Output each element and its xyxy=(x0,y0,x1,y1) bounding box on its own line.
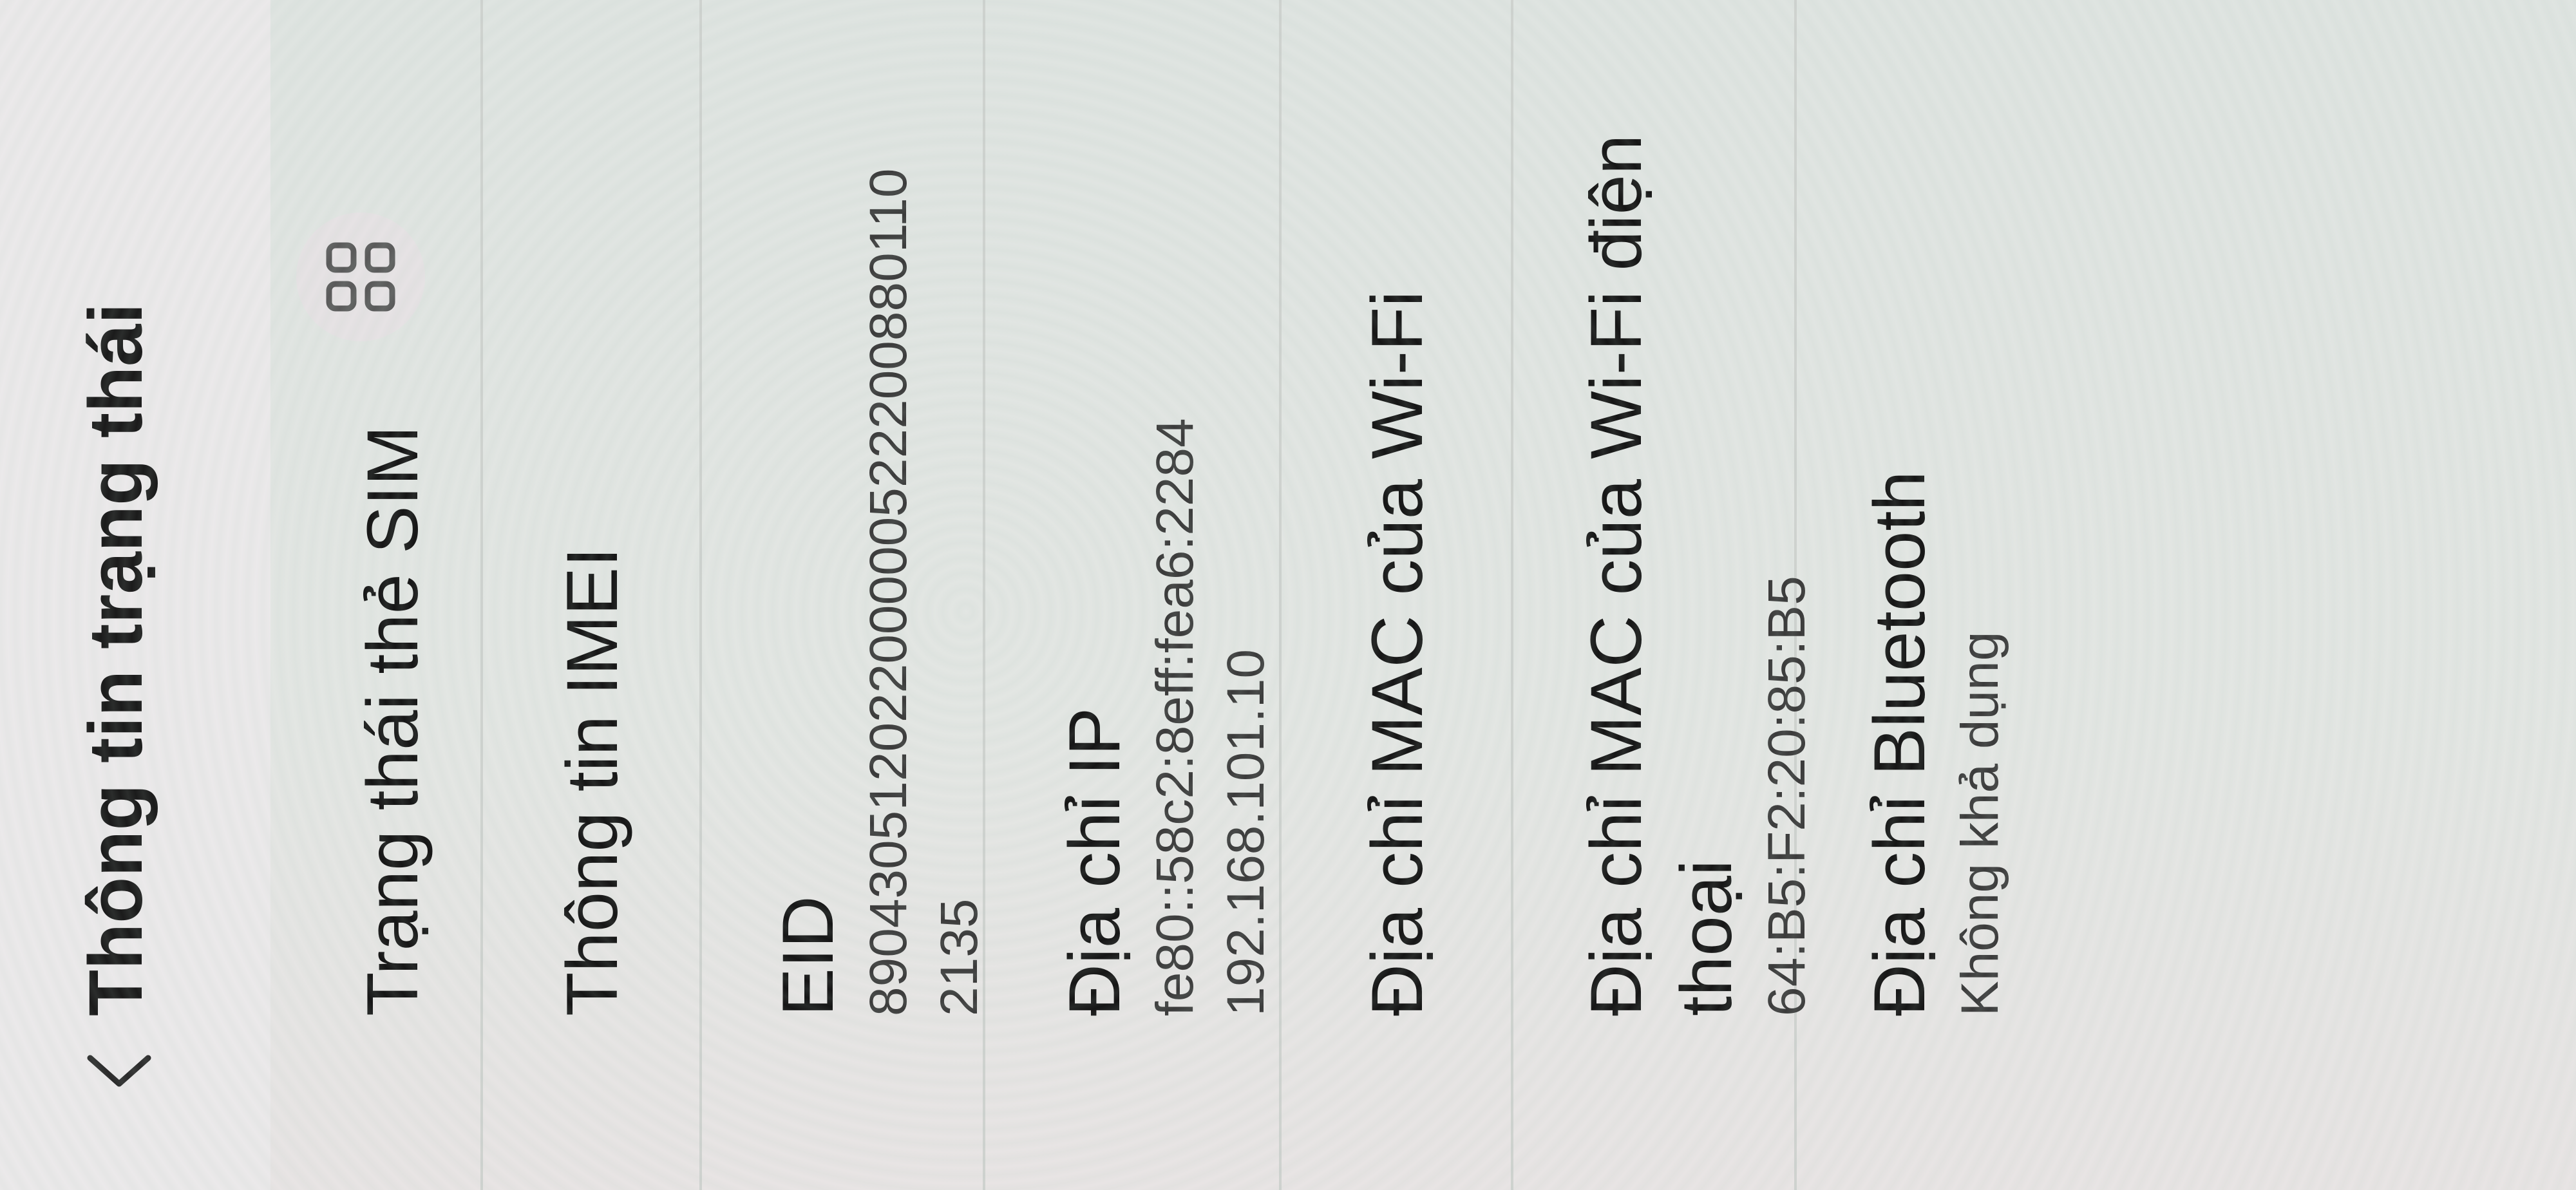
chevron-left-icon xyxy=(87,1055,151,1087)
list-item-title: Địa chỉ Bluetooth xyxy=(1859,471,1940,1016)
list-item-title: Địa chỉ IP xyxy=(1054,707,1135,1016)
app-bar: Thông tin trạng thái xyxy=(0,0,270,1190)
status-list: Trạng thái thẻ SIM Thông tin IMEI EID 89… xyxy=(270,0,2009,1190)
qr-code-button[interactable] xyxy=(296,212,425,341)
list-item-wifi-mac: Địa chỉ MAC của Wi-Fi xyxy=(1282,0,1513,1190)
list-item-title: EID xyxy=(768,896,848,1016)
list-item-bluetooth-address: Địa chỉ Bluetooth Không khả dụng xyxy=(1797,0,2009,1190)
list-item-title-line: thoại xyxy=(1666,860,1747,1016)
page-title: Thông tin trạng thái xyxy=(73,303,158,1016)
list-item-wifi-mac-phone: Địa chỉ MAC của Wi-Fi điện thoại 64:B5:F… xyxy=(1513,0,1816,1190)
list-item-ip-address: Địa chỉ IP fe80::58c2:8eff:fea6:2284 192… xyxy=(985,0,1282,1190)
list-item-imei[interactable]: Thông tin IMEI xyxy=(483,0,702,1190)
phone-screen: Thông tin trạng thái Trạng thái thẻ SIM … xyxy=(0,0,2576,1190)
list-item-title-line: Địa chỉ MAC của Wi-Fi điện xyxy=(1576,134,1656,1016)
back-button[interactable] xyxy=(77,1042,167,1093)
eid-value: 89043051202200000522200880110 2135 xyxy=(853,0,995,1016)
ip-value: fe80::58c2:8eff:fea6:2284 192.168.101.10 xyxy=(1140,0,1282,1016)
bluetooth-value: Không khả dụng xyxy=(1951,631,2009,1016)
ipv4-value: 192.168.101.10 xyxy=(1217,649,1275,1016)
eid-value-line: 89043051202200000522200880110 xyxy=(859,168,918,1016)
list-item-title: Trạng thái thẻ SIM xyxy=(352,425,433,1016)
eid-value-line: 2135 xyxy=(930,898,989,1016)
list-item-eid: EID 89043051202200000522200880110 2135 xyxy=(702,0,989,1190)
photo-background: Thông tin trạng thái Trạng thái thẻ SIM … xyxy=(0,0,2576,1190)
list-item-title: Thông tin IMEI xyxy=(552,547,632,1016)
ipv6-value: fe80::58c2:8eff:fea6:2284 xyxy=(1146,418,1204,1016)
list-item-sim-status[interactable]: Trạng thái thẻ SIM xyxy=(270,0,483,1190)
qr-code-icon xyxy=(326,242,395,312)
list-item-title: Địa chỉ MAC của Wi-Fi xyxy=(1357,290,1437,1016)
